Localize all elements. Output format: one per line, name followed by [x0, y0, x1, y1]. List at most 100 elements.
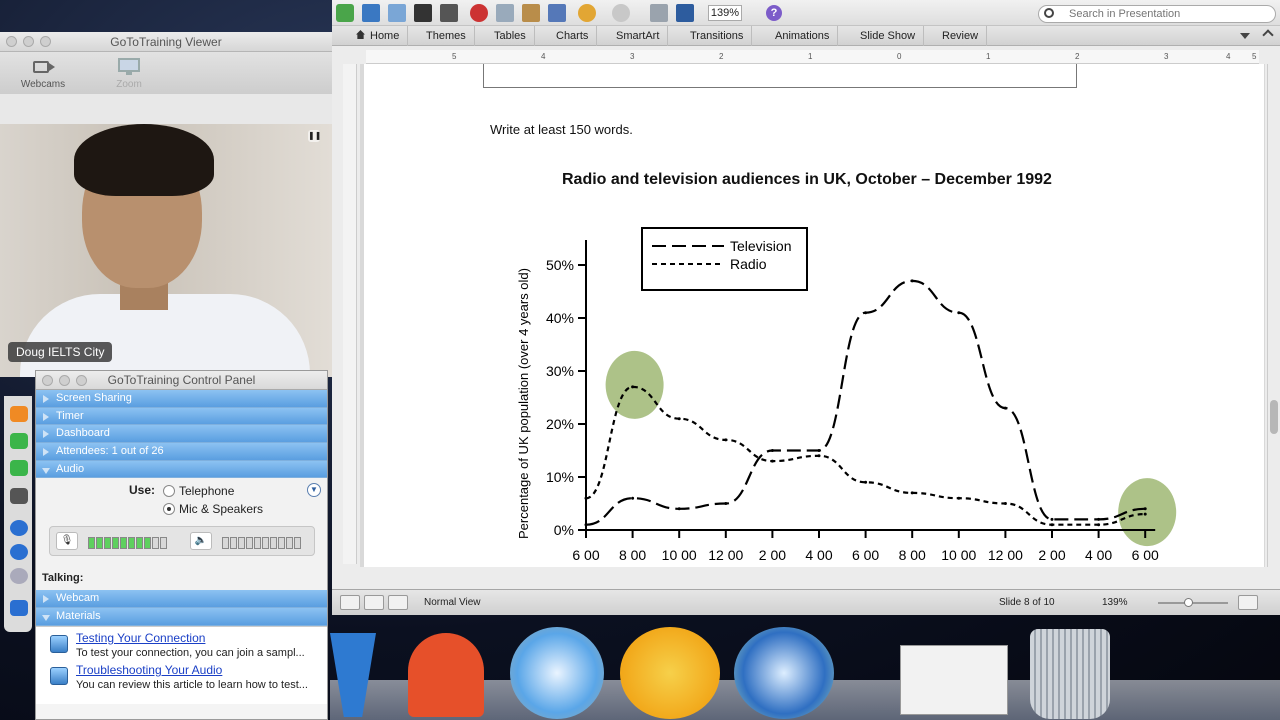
close-window-icon[interactable]: [42, 375, 53, 386]
minimize-window-icon[interactable]: [23, 36, 34, 47]
highlight-marker: [605, 350, 664, 419]
legend-label: Television: [730, 238, 791, 254]
slide-show-button[interactable]: [388, 595, 408, 610]
horizontal-ruler[interactable]: 5 4 3 2 1 0 1 2 3 4 5: [366, 50, 1259, 64]
search-input[interactable]: [1069, 7, 1269, 21]
x-tick-label: 4 00: [805, 547, 832, 563]
close-window-icon[interactable]: [6, 36, 17, 47]
preview-icon[interactable]: [900, 645, 1008, 715]
vertical-ruler[interactable]: [343, 64, 357, 564]
slide-sorter-button[interactable]: [364, 595, 384, 610]
tab-animations[interactable]: Animations: [767, 26, 839, 46]
tab-home[interactable]: Home: [348, 26, 409, 46]
x-tick-label: 8 00: [899, 547, 926, 563]
zoom-window-icon[interactable]: [40, 36, 51, 47]
material-link[interactable]: Testing Your Connection: [76, 631, 323, 645]
zoom-slider[interactable]: [1158, 598, 1228, 607]
webcam-toggle-icon[interactable]: [10, 460, 28, 476]
zoom-window-icon[interactable]: [76, 375, 87, 386]
settings-icon[interactable]: [10, 568, 28, 584]
undo-icon[interactable]: [578, 4, 596, 22]
microphone-mute-icon[interactable]: 🎙: [56, 532, 78, 551]
tab-smartart[interactable]: SmartArt: [608, 26, 669, 46]
minimize-window-icon[interactable]: [59, 375, 70, 386]
slide-layout-icon[interactable]: [362, 4, 380, 22]
cut-icon[interactable]: [470, 4, 488, 22]
audio-panel: Use: Telephone Mic & Speakers ▼ 🎙 🔈: [36, 478, 327, 568]
y-tick-label: 40%: [546, 310, 574, 326]
normal-view-button[interactable]: [340, 595, 360, 610]
material-item[interactable]: Testing Your Connection To test your con…: [40, 631, 323, 663]
level-cell: [144, 537, 151, 550]
powerpoint-icon[interactable]: [408, 633, 484, 717]
speaker-icon[interactable]: 🔈: [190, 532, 212, 551]
section-attendees[interactable]: Attendees: 1 out of 26: [36, 443, 327, 461]
open-icon[interactable]: [388, 4, 406, 22]
tab-themes[interactable]: Themes: [418, 26, 475, 46]
section-webcam[interactable]: Webcam: [36, 590, 327, 609]
safari-icon[interactable]: [510, 627, 604, 719]
zoom-button[interactable]: Zoom: [106, 58, 152, 94]
zoom-field[interactable]: 139%: [708, 5, 742, 21]
screen-icon[interactable]: [10, 488, 28, 504]
tab-transitions[interactable]: Transitions: [682, 26, 753, 46]
line-chart[interactable]: 0% 10% 20% 30% 40% 50% 6 00 8 00 10 00 12 00 2 00 4…: [364, 64, 1264, 567]
viewer-window-icon[interactable]: [10, 600, 28, 616]
audio-options-dropdown-icon[interactable]: ▼: [307, 483, 321, 498]
section-materials[interactable]: Materials: [36, 608, 327, 626]
pause-video-icon[interactable]: ❚❚: [308, 130, 321, 142]
gallery-icon[interactable]: [650, 4, 668, 22]
tab-slide-show[interactable]: Slide Show: [852, 26, 925, 46]
control-window-controls: [42, 375, 87, 386]
telephone-radio[interactable]: [163, 485, 175, 498]
x-tick-label: 10 00: [662, 547, 697, 563]
slide[interactable]: Write at least 150 words. Radio and tele…: [364, 64, 1264, 567]
search-box[interactable]: [1038, 5, 1276, 23]
record-icon[interactable]: [10, 520, 28, 536]
tab-review[interactable]: Review: [934, 26, 988, 46]
help-icon[interactable]: ?: [766, 5, 782, 21]
data-point: [864, 480, 868, 484]
quicktime-icon[interactable]: [734, 627, 834, 719]
new-slide-icon[interactable]: [336, 4, 354, 22]
powerpoint-window: 139% ? Home Themes Tables Charts SmartAr…: [332, 0, 1280, 615]
vertical-scrollbar[interactable]: [1267, 64, 1280, 567]
ruler-label: 4: [1226, 52, 1231, 61]
x-tick-label: 12 00: [988, 547, 1023, 563]
slide-position-label: Slide 8 of 10: [999, 597, 1055, 608]
mic-speakers-radio[interactable]: [163, 503, 175, 516]
section-dashboard[interactable]: Dashboard: [36, 425, 327, 444]
drawing-tools-icon[interactable]: [10, 544, 28, 560]
copy-icon[interactable]: [496, 4, 514, 22]
gotomeeting-icon[interactable]: [620, 627, 720, 719]
ruler-label: 1: [986, 52, 991, 61]
section-screen-sharing[interactable]: Screen Sharing: [36, 390, 327, 408]
data-point: [1003, 406, 1007, 410]
scrollbar-thumb[interactable]: [1270, 400, 1278, 434]
y-axis-label: Percentage of UK population (over 4 year…: [516, 268, 531, 539]
tab-tables[interactable]: Tables: [486, 26, 535, 46]
zoom-slider-handle[interactable]: [1184, 598, 1193, 607]
material-item[interactable]: Troubleshooting Your Audio You can revie…: [40, 663, 323, 695]
microphone-icon[interactable]: [10, 433, 28, 449]
level-cell: [152, 537, 159, 550]
material-link[interactable]: Troubleshooting Your Audio: [76, 663, 323, 677]
legend-label: Radio: [730, 256, 767, 272]
fit-to-window-icon[interactable]: [1238, 595, 1258, 610]
paste-icon[interactable]: [522, 4, 540, 22]
document-icon: [50, 634, 68, 653]
print-icon[interactable]: [440, 4, 458, 22]
format-painter-icon[interactable]: [548, 4, 566, 22]
toolbox-icon[interactable]: [676, 4, 694, 22]
ribbon-collapse-icon[interactable]: [1240, 33, 1250, 39]
show-hide-panel-icon[interactable]: [10, 406, 28, 422]
webcams-button[interactable]: Webcams: [20, 58, 66, 94]
redo-icon[interactable]: [612, 4, 630, 22]
trash-icon[interactable]: [1030, 629, 1110, 719]
section-timer[interactable]: Timer: [36, 407, 327, 426]
minimize-ribbon-icon[interactable]: [1262, 29, 1274, 41]
section-audio[interactable]: Audio: [36, 460, 327, 479]
x-tick-label: 6 00: [572, 547, 599, 563]
save-icon[interactable]: [414, 4, 432, 22]
tab-charts[interactable]: Charts: [548, 26, 598, 46]
